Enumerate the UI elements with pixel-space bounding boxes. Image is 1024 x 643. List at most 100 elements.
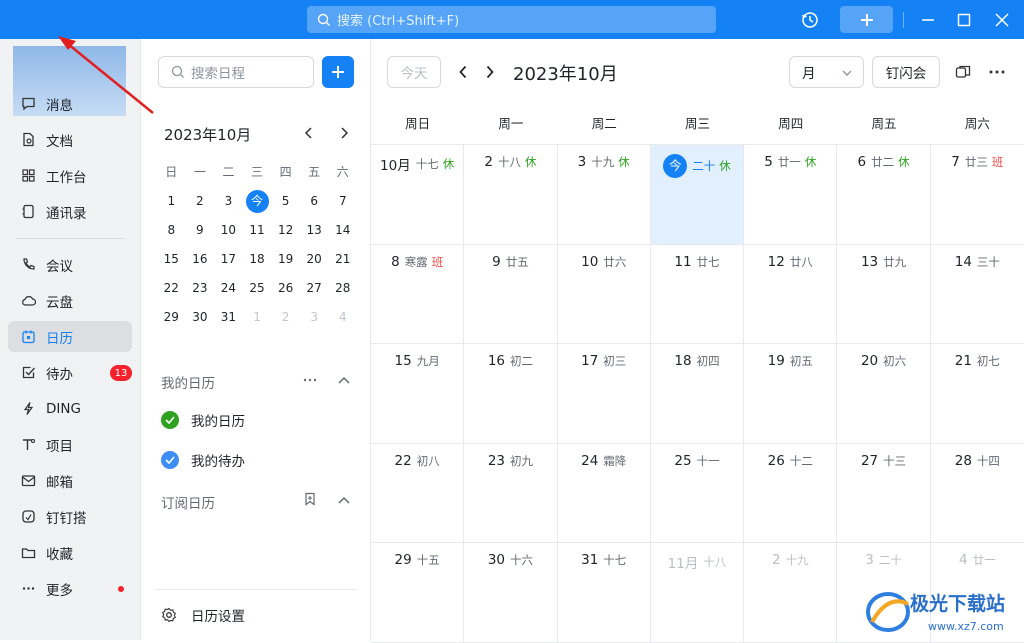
- mini-day[interactable]: 18: [243, 247, 272, 271]
- mini-day[interactable]: 8: [157, 218, 186, 242]
- mini-day-next-month[interactable]: 3: [300, 305, 329, 329]
- mini-day-today[interactable]: 今: [243, 189, 272, 213]
- nav-item-dingda[interactable]: 钉钉搭: [8, 501, 132, 532]
- day-cell[interactable]: 5 廿一休: [744, 145, 838, 244]
- nav-item-project[interactable]: 项目: [8, 429, 132, 460]
- mini-day[interactable]: 22: [157, 276, 186, 300]
- calendar-item-my-calendar[interactable]: 我的日历: [161, 410, 245, 430]
- next-month-icon[interactable]: [482, 63, 498, 81]
- nav-item-messages[interactable]: 消息: [8, 88, 132, 119]
- mini-day[interactable]: 27: [300, 276, 329, 300]
- mini-day[interactable]: 25: [243, 276, 272, 300]
- more-options-icon[interactable]: [303, 373, 317, 387]
- nav-item-workbench[interactable]: 工作台: [8, 160, 132, 191]
- mini-day[interactable]: 15: [157, 247, 186, 271]
- day-cell[interactable]: 15 九月: [371, 344, 465, 443]
- create-button[interactable]: [840, 6, 893, 33]
- day-cell[interactable]: 2 十八休: [464, 145, 558, 244]
- day-cell[interactable]: 25 十一: [651, 443, 745, 542]
- nav-item-calendar[interactable]: 日历: [8, 321, 132, 352]
- nav-item-ding[interactable]: DING: [8, 393, 132, 424]
- today-button[interactable]: 今天: [387, 56, 441, 88]
- nav-item-docs[interactable]: 文档: [8, 124, 132, 155]
- chevron-up-icon[interactable]: [337, 373, 351, 387]
- mini-day[interactable]: 20: [300, 247, 329, 271]
- add-schedule-button[interactable]: [322, 56, 354, 88]
- day-cell[interactable]: 22 初八: [371, 443, 465, 542]
- mini-day[interactable]: 10: [214, 218, 243, 242]
- day-cell[interactable]: 23 初九: [464, 443, 558, 542]
- flash-meeting-button[interactable]: 钉闪会: [872, 56, 940, 88]
- minimize-icon[interactable]: [918, 10, 938, 30]
- day-cell[interactable]: 7 廿三班: [931, 145, 1024, 244]
- mini-day[interactable]: 31: [214, 305, 243, 329]
- day-cell[interactable]: 20 初六: [837, 344, 931, 443]
- day-cell[interactable]: 24 霜降: [558, 443, 651, 542]
- day-cell[interactable]: 30 十六: [464, 543, 558, 642]
- nav-item-favorites[interactable]: 收藏: [8, 537, 132, 568]
- day-cell[interactable]: 8 寒露班: [371, 244, 465, 343]
- nav-item-todo[interactable]: 待办 13: [8, 357, 132, 388]
- history-icon[interactable]: [800, 10, 820, 30]
- day-cell[interactable]: 21 初七: [931, 344, 1024, 443]
- nav-item-meeting[interactable]: 会议: [8, 249, 132, 280]
- checkbox-checked-icon[interactable]: [161, 411, 179, 429]
- day-cell[interactable]: 3 十九休: [558, 145, 651, 244]
- day-cell[interactable]: 19 初五: [744, 344, 838, 443]
- calendar-item-my-todo[interactable]: 我的待办: [161, 450, 245, 470]
- nav-item-contacts[interactable]: 通讯录: [8, 196, 132, 227]
- mini-day[interactable]: 13: [300, 218, 329, 242]
- switch-view-icon[interactable]: [954, 63, 972, 81]
- day-cell-today[interactable]: 今二十休: [650, 145, 745, 244]
- nav-item-mail[interactable]: 邮箱: [8, 465, 132, 496]
- mini-day[interactable]: 24: [214, 276, 243, 300]
- day-cell[interactable]: 16 初二: [464, 344, 558, 443]
- day-cell[interactable]: 31 十七: [558, 543, 651, 642]
- mini-day[interactable]: 17: [214, 247, 243, 271]
- mini-day[interactable]: 3: [214, 189, 243, 213]
- mini-day[interactable]: 12: [271, 218, 300, 242]
- mini-day-next-month[interactable]: 1: [243, 305, 272, 329]
- day-cell[interactable]: 12 廿八: [744, 244, 838, 343]
- day-cell[interactable]: 26 十二: [744, 443, 838, 542]
- mini-day[interactable]: 7: [328, 189, 357, 213]
- mini-day[interactable]: 26: [271, 276, 300, 300]
- day-cell[interactable]: 6 廿二休: [837, 145, 931, 244]
- nav-item-drive[interactable]: 云盘: [8, 285, 132, 316]
- mini-day-next-month[interactable]: 4: [328, 305, 357, 329]
- day-cell[interactable]: 13 廿九: [837, 244, 931, 343]
- calendar-settings-button[interactable]: 日历设置: [161, 605, 245, 625]
- chevron-left-icon[interactable]: [301, 125, 317, 141]
- mini-day[interactable]: 28: [328, 276, 357, 300]
- mini-day[interactable]: 1: [157, 189, 186, 213]
- mini-day[interactable]: 16: [186, 247, 215, 271]
- schedule-search-input[interactable]: 搜索日程: [158, 56, 314, 88]
- day-cell[interactable]: 27 十三: [837, 443, 931, 542]
- mini-day[interactable]: 23: [186, 276, 215, 300]
- global-search-input[interactable]: 搜索 (Ctrl+Shift+F): [307, 6, 716, 33]
- maximize-icon[interactable]: [954, 10, 974, 30]
- mini-day[interactable]: 21: [328, 247, 357, 271]
- mini-day[interactable]: 29: [157, 305, 186, 329]
- mini-day[interactable]: 11: [243, 218, 272, 242]
- day-cell[interactable]: 9 廿五: [464, 244, 558, 343]
- day-cell[interactable]: 11月 十八: [651, 543, 745, 642]
- mini-day[interactable]: 5: [271, 189, 300, 213]
- mini-day[interactable]: 14: [328, 218, 357, 242]
- mini-day-next-month[interactable]: 2: [271, 305, 300, 329]
- day-cell[interactable]: 11 廿七: [651, 244, 745, 343]
- checkbox-checked-icon[interactable]: [161, 451, 179, 469]
- mini-day[interactable]: 9: [186, 218, 215, 242]
- nav-item-more[interactable]: 更多: [8, 573, 132, 604]
- subscribe-icon[interactable]: [303, 492, 317, 506]
- view-mode-select[interactable]: 月: [789, 56, 864, 88]
- day-cell[interactable]: 14 三十: [931, 245, 1024, 344]
- day-cell[interactable]: 10 廿六: [558, 244, 651, 343]
- day-cell[interactable]: 2 十九: [744, 543, 838, 642]
- day-cell[interactable]: 17 初三: [558, 344, 651, 443]
- day-cell[interactable]: 29 十五: [371, 543, 465, 642]
- mini-day[interactable]: 19: [271, 247, 300, 271]
- mini-day[interactable]: 6: [300, 189, 329, 213]
- chevron-right-icon[interactable]: [336, 125, 352, 141]
- prev-month-icon[interactable]: [455, 63, 471, 81]
